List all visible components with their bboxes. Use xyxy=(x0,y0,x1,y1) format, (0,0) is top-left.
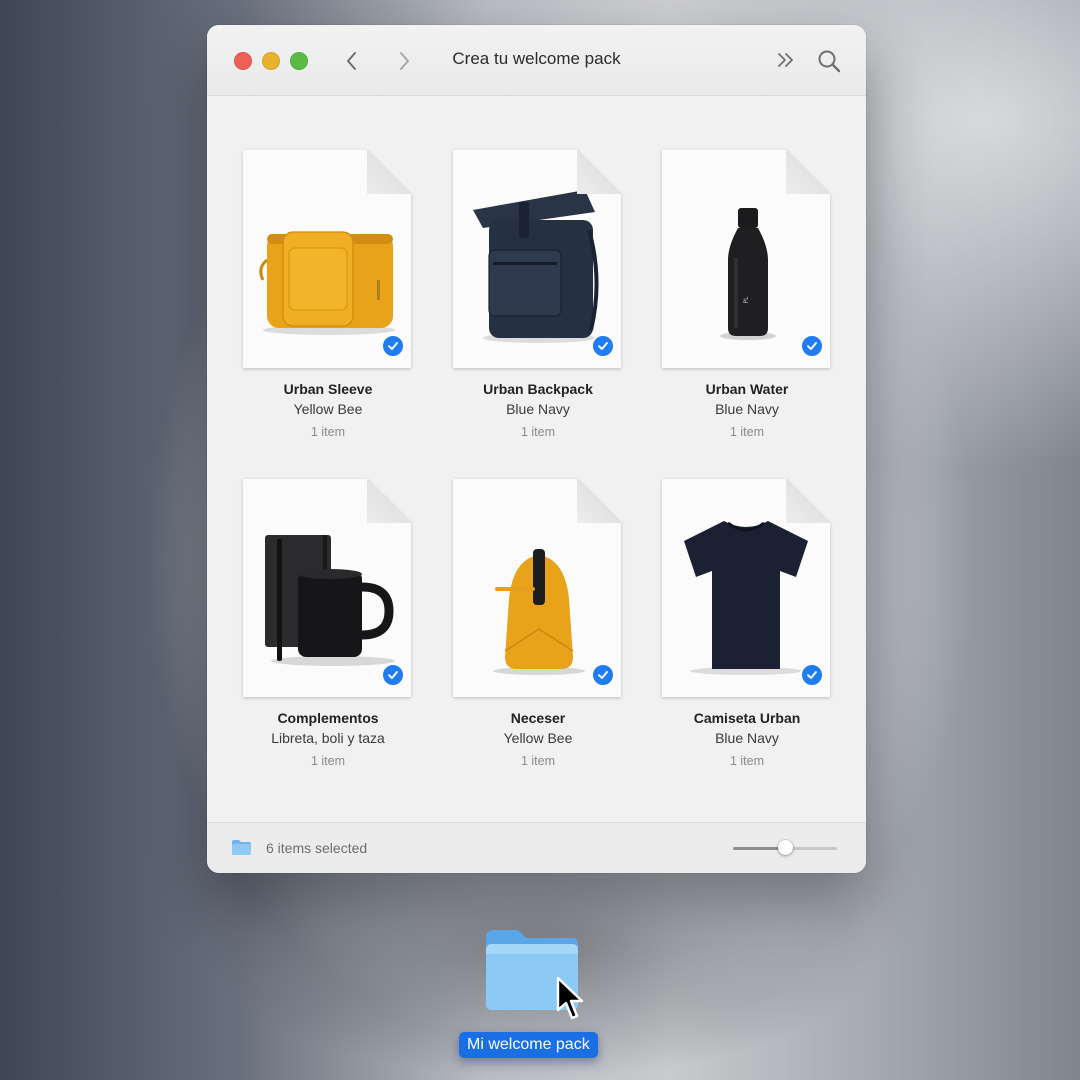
item-variant: Yellow Bee xyxy=(293,401,363,417)
mouse-pointer-icon xyxy=(556,976,584,1020)
desktop-folder-label[interactable]: Mi welcome pack xyxy=(459,1032,598,1058)
selected-check-icon xyxy=(800,663,824,687)
title-bar: Crea tu welcome pack xyxy=(207,25,866,96)
magnifier-icon xyxy=(818,50,841,73)
file-item-camiseta-urban[interactable]: Camiseta Urban Blue Navy 1 item xyxy=(662,479,832,768)
file-item-urban-water[interactable]: PL Urban Water Blue Navy 1 item xyxy=(662,150,832,439)
item-count: 1 item xyxy=(310,754,346,768)
item-variant: Blue Navy xyxy=(506,401,570,417)
selected-check-icon xyxy=(591,663,615,687)
selected-check-icon xyxy=(381,663,405,687)
folder-icon xyxy=(232,840,251,855)
status-bar: 6 items selected xyxy=(207,822,866,873)
item-name: Urban Sleeve xyxy=(283,381,373,397)
item-count: 1 item xyxy=(310,425,346,439)
item-count: 1 item xyxy=(520,425,556,439)
file-thumbnail xyxy=(243,479,411,697)
item-count: 1 item xyxy=(729,425,765,439)
toolbar-overflow-button[interactable] xyxy=(773,47,799,73)
item-name: Complementos xyxy=(277,710,379,726)
file-thumbnail xyxy=(453,479,621,697)
double-chevron-icon xyxy=(778,53,793,67)
selected-check-icon xyxy=(591,334,615,358)
item-name: Urban Backpack xyxy=(483,381,593,397)
file-thumbnail xyxy=(453,150,621,368)
file-item-complementos[interactable]: Complementos Libreta, boli y taza 1 item xyxy=(243,479,413,768)
selection-count: 6 items selected xyxy=(266,840,368,856)
slider-knob[interactable] xyxy=(777,840,793,855)
item-variant: Blue Navy xyxy=(715,401,779,417)
item-count: 1 item xyxy=(729,754,765,768)
item-count: 1 item xyxy=(520,754,556,768)
finder-window: Crea tu welcome pack Urban Sleeve Yellow… xyxy=(207,25,866,873)
icon-grid: Urban Sleeve Yellow Bee 1 item Urban Bac… xyxy=(207,96,866,822)
selected-check-icon xyxy=(381,334,405,358)
file-item-urban-backpack[interactable]: Urban Backpack Blue Navy 1 item xyxy=(453,150,623,439)
window-title: Crea tu welcome pack xyxy=(452,49,621,68)
item-variant: Libreta, boli y taza xyxy=(271,730,385,746)
item-name: Neceser xyxy=(510,710,566,726)
file-item-neceser[interactable]: Neceser Yellow Bee 1 item xyxy=(453,479,623,768)
file-thumbnail: PL xyxy=(662,150,830,368)
search-button[interactable] xyxy=(815,47,843,75)
file-thumbnail xyxy=(662,479,830,697)
file-thumbnail xyxy=(243,150,411,368)
file-item-urban-sleeve[interactable]: Urban Sleeve Yellow Bee 1 item xyxy=(243,150,413,439)
selected-check-icon xyxy=(800,334,824,358)
svg-text:PL: PL xyxy=(743,296,750,304)
item-variant: Blue Navy xyxy=(715,730,779,746)
item-variant: Yellow Bee xyxy=(503,730,573,746)
item-name: Urban Water xyxy=(705,381,789,397)
item-name: Camiseta Urban xyxy=(693,710,801,726)
